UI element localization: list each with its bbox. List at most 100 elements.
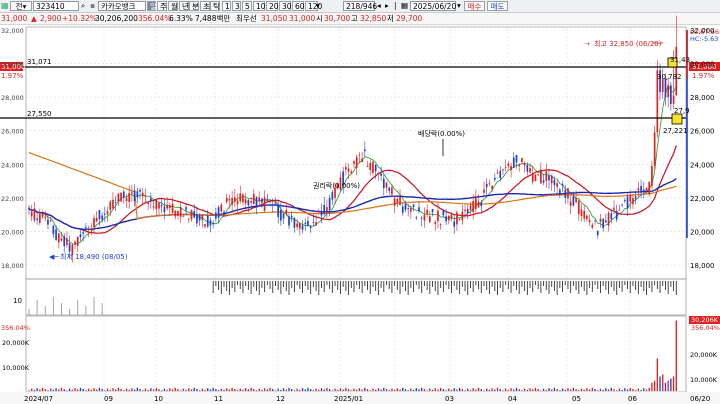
candle [583, 210, 586, 219]
candle [158, 202, 160, 209]
candle [280, 210, 282, 221]
candle [233, 197, 236, 202]
candle [502, 169, 504, 171]
candle [363, 149, 366, 152]
candle [95, 217, 98, 222]
candle [529, 168, 531, 173]
candle [263, 197, 266, 211]
candle [139, 189, 141, 192]
candle [431, 209, 434, 213]
candle [328, 198, 331, 211]
candle [63, 236, 66, 247]
candle [68, 243, 71, 252]
candle [418, 207, 420, 212]
volume-right-tick-2: 10,000K [690, 376, 718, 384]
volume-tick-0: 356.04% [1, 324, 30, 332]
x-label-8: 05 [572, 395, 581, 403]
candle [518, 164, 521, 167]
candle [150, 198, 152, 202]
candle [141, 192, 144, 197]
x-label-1: 09 [104, 395, 113, 403]
mark-30782: 30,782 [657, 73, 682, 81]
candle [553, 180, 556, 185]
price-tick-3: 26,000 [690, 128, 715, 136]
candle [41, 213, 44, 217]
candle [350, 171, 353, 173]
candle [103, 213, 106, 215]
candle [507, 163, 510, 166]
price-tick-2: 28,000 [690, 94, 715, 102]
price-tick-1: 30,000 [690, 61, 715, 69]
candle [250, 201, 252, 203]
price-panel-frame [25, 26, 687, 280]
candle [125, 198, 128, 202]
candle [423, 214, 426, 221]
candle [247, 200, 250, 206]
candle [117, 193, 120, 203]
mark-27900: 27,9 [674, 107, 690, 115]
candle [198, 215, 201, 221]
candle [442, 210, 445, 216]
candle [675, 46, 678, 96]
candle [550, 175, 553, 184]
left-pct-tag: 1.97% [1, 72, 24, 80]
candle [374, 164, 377, 172]
candle [472, 200, 475, 212]
candle [577, 200, 580, 215]
mark-27221: 27,221 [663, 127, 688, 135]
candle [101, 215, 103, 220]
candle [309, 226, 312, 229]
candle [545, 171, 548, 181]
volume-tick-1: 20,000K [2, 339, 30, 347]
candle [93, 218, 95, 228]
candle [664, 78, 667, 98]
candle [475, 197, 477, 209]
candle [391, 187, 393, 195]
left-price-tick-2: 28,000 [1, 94, 24, 102]
candle [648, 181, 651, 194]
candle [621, 204, 623, 206]
candle [66, 238, 68, 246]
candle [439, 224, 442, 226]
candle [653, 132, 656, 166]
candle [47, 219, 49, 225]
candle [512, 157, 515, 168]
candle [55, 229, 57, 240]
candle [182, 215, 185, 217]
x-label-5: 2025/01 [334, 395, 363, 403]
candle [217, 207, 220, 218]
candle [315, 222, 317, 226]
candle [136, 191, 139, 198]
candle [667, 85, 670, 98]
candle [28, 207, 30, 210]
candle [353, 161, 355, 164]
candle [201, 215, 204, 221]
candle [361, 158, 363, 163]
left-price-tick-1: 30,000 [1, 61, 24, 69]
candle [369, 163, 372, 170]
candle [114, 202, 117, 203]
volume-right-tick-1: 20,000K [690, 351, 718, 359]
candle [274, 202, 277, 204]
candle [523, 163, 526, 166]
mark-31430: 31,43 [670, 56, 690, 64]
candle [556, 183, 558, 187]
candle [645, 187, 648, 191]
candle [196, 214, 198, 224]
marker-box-low[interactable] [671, 113, 683, 125]
candle [456, 212, 458, 225]
candle [120, 192, 122, 202]
candle [85, 227, 87, 229]
stock-chart[interactable]: 31,071 27,550 31,000 1.97% 31,000 1.97% … [0, 0, 720, 404]
low-arrow-icon: ◀─ [49, 253, 59, 261]
candle [588, 219, 591, 223]
candle [144, 196, 147, 198]
candle [179, 207, 182, 217]
candle [613, 207, 615, 210]
candle [185, 207, 187, 210]
x-label-10: 06/20 [690, 395, 710, 403]
candle [228, 198, 231, 201]
candle [193, 211, 196, 218]
candle [347, 168, 350, 172]
candle [488, 183, 491, 185]
